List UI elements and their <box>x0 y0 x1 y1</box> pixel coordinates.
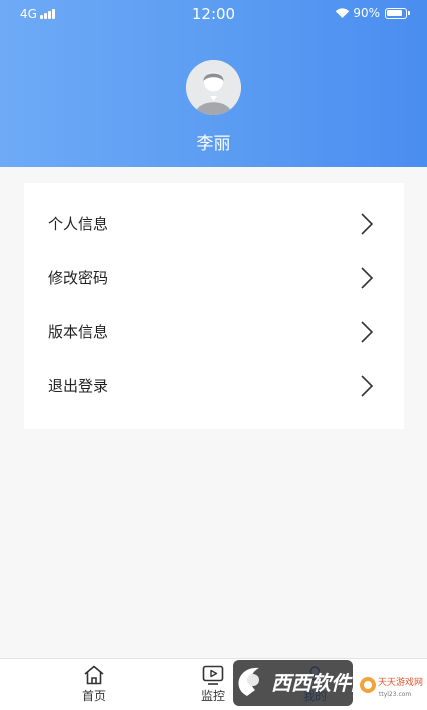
menu-item-label: 修改密码 <box>48 268 109 287</box>
settings-menu: 个人信息 修改密码 版本信息 退出登录 <box>24 183 404 429</box>
status-bar: 4G 12:00 90% <box>0 0 427 30</box>
battery-percent: 90% <box>353 6 380 20</box>
wifi-icon <box>336 8 350 18</box>
user-avatar-icon <box>186 60 241 115</box>
menu-item-personal-info[interactable]: 个人信息 <box>24 196 404 250</box>
menu-item-label: 退出登录 <box>48 376 109 395</box>
menu-item-label: 版本信息 <box>48 322 109 341</box>
menu-item-change-password[interactable]: 修改密码 <box>24 250 404 304</box>
battery-indicator: 90% <box>335 6 410 20</box>
menu-item-version-info[interactable]: 版本信息 <box>24 304 404 358</box>
chevron-right-icon <box>361 375 374 397</box>
home-icon <box>84 665 104 685</box>
watermark: 西西软件园 天天游戏网 ttyl23.com <box>225 658 427 710</box>
watermark-site-url: ttyl23.com <box>379 691 411 698</box>
profile-header: 4G 12:00 90% 李丽 <box>0 0 427 167</box>
tab-home[interactable]: 首页 <box>64 665 124 704</box>
chevron-right-icon <box>361 213 374 235</box>
tab-home-label: 首页 <box>81 689 106 703</box>
chevron-right-icon <box>361 267 374 289</box>
battery-icon <box>385 7 410 19</box>
avatar[interactable] <box>186 60 241 115</box>
menu-item-label: 个人信息 <box>48 214 109 233</box>
watermark-logo: 西西软件园 天天游戏网 ttyl23.com <box>233 660 425 706</box>
watermark-site-name: 天天游戏网 <box>378 676 423 688</box>
chevron-right-icon <box>361 321 374 343</box>
video-monitor-icon <box>202 665 224 685</box>
user-name: 李丽 <box>196 134 231 154</box>
menu-item-logout[interactable]: 退出登录 <box>24 358 404 412</box>
